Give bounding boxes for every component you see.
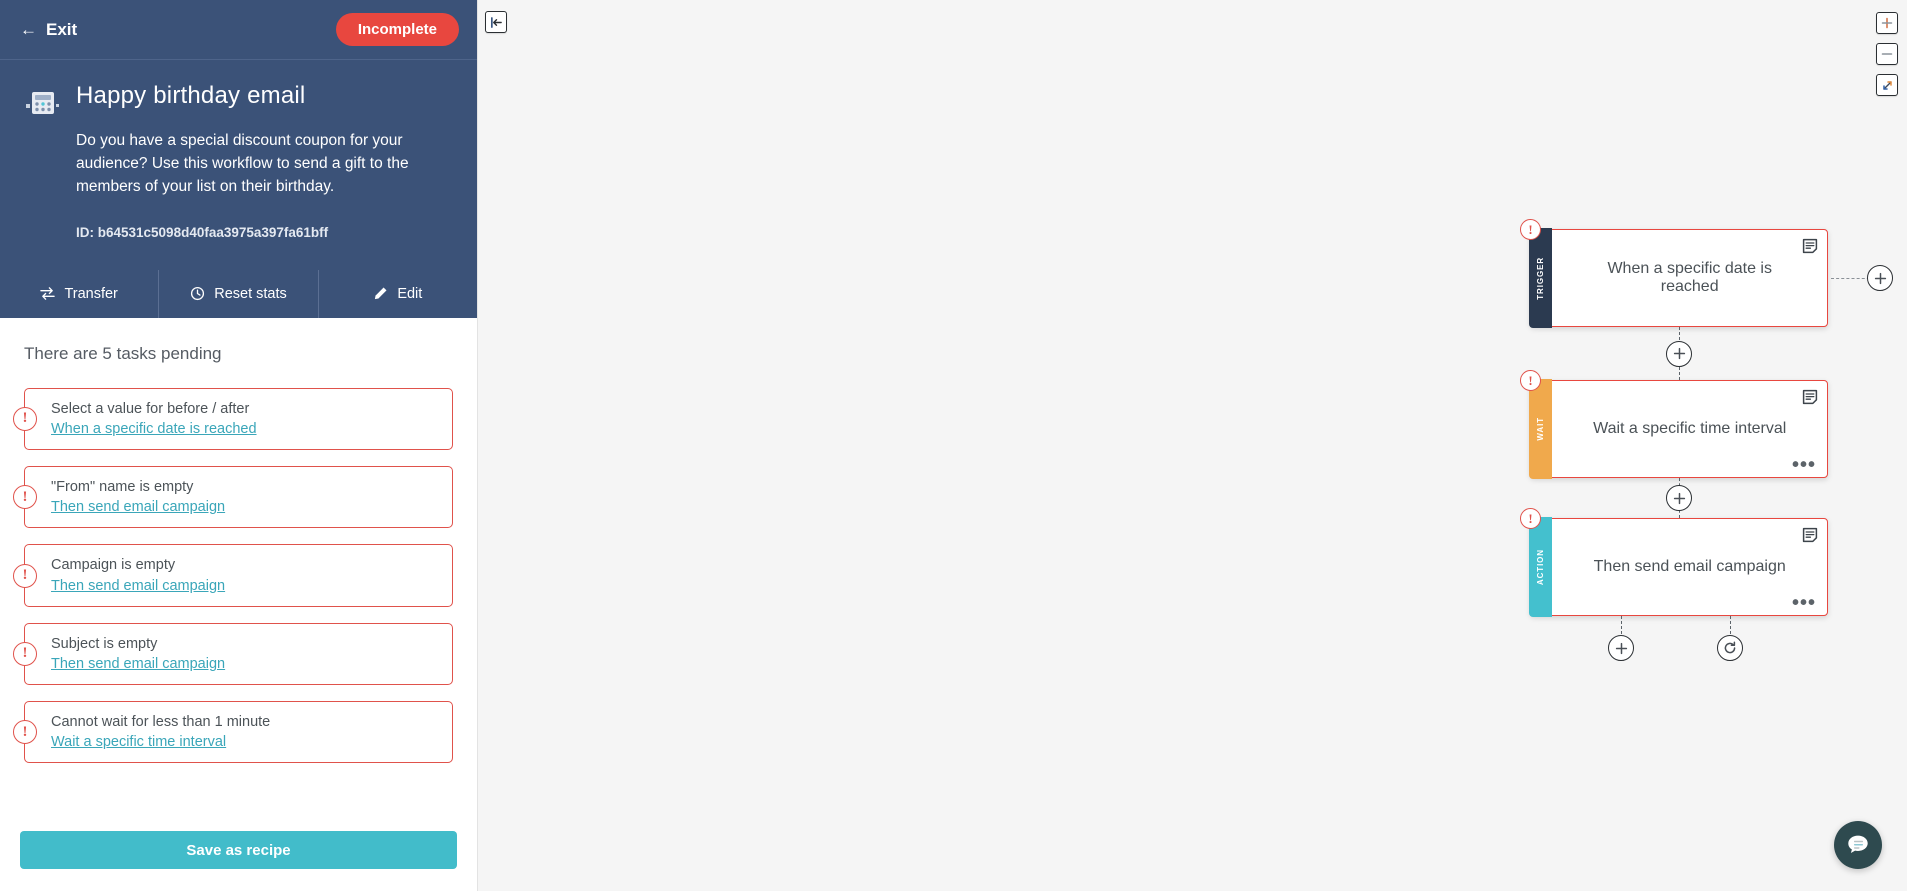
chat-widget-button[interactable]	[1834, 821, 1882, 869]
node-menu-button[interactable]: •••	[1792, 455, 1816, 475]
collapse-sidebar-button[interactable]	[485, 11, 507, 33]
plus-icon	[1874, 272, 1886, 284]
workflow-node[interactable]: ! WAIT Wait a specific time interval •••	[1520, 370, 1828, 479]
transfer-icon	[40, 287, 56, 301]
task-message: Select a value for before / after	[51, 400, 250, 417]
workflow-canvas[interactable]: ! TRIGGER When a specific date is reached!…	[478, 0, 1907, 891]
sidebar-topbar: ← Exit Incomplete	[0, 0, 477, 60]
task-link[interactable]: Wait a specific time interval	[51, 734, 226, 750]
reset-stats-button[interactable]: Reset stats	[159, 269, 319, 318]
task-item[interactable]: ! "From" name is empty Then send email cam…	[13, 466, 453, 529]
node-type-label: WAIT	[1536, 417, 1546, 441]
sidebar-header: ← Exit Incomplete Happy birthday email D…	[0, 0, 477, 270]
sidebar: ← Exit Incomplete Happy birthday email D…	[0, 0, 478, 891]
clock-reset-icon	[191, 287, 205, 301]
plus-icon	[1673, 492, 1685, 504]
exit-button[interactable]: ← Exit	[14, 16, 83, 44]
save-recipe-footer: Save as recipe	[0, 817, 477, 891]
zoom-controls	[1876, 12, 1898, 96]
task-link[interactable]: Then send email campaign	[51, 656, 225, 672]
task-link[interactable]: Then send email campaign	[51, 578, 225, 594]
task-item[interactable]: ! Campaign is empty Then send email campai…	[13, 544, 453, 607]
reset-stats-label: Reset stats	[214, 285, 287, 302]
zoom-out-button[interactable]	[1876, 43, 1898, 65]
pencil-icon	[375, 287, 387, 300]
node-type-label: TRIGGER	[1536, 256, 1546, 300]
node-body: Wait a specific time interval •••	[1552, 381, 1827, 477]
note-icon	[1802, 389, 1818, 405]
note-icon	[1802, 527, 1818, 543]
tasks-heading: There are 5 tasks pending	[24, 343, 222, 363]
zoom-in-button[interactable]	[1876, 12, 1898, 34]
alert-icon: !	[13, 406, 37, 431]
status-badge[interactable]: Incomplete	[335, 13, 459, 46]
save-as-recipe-button[interactable]: Save as recipe	[20, 831, 457, 869]
collapse-left-icon	[490, 16, 502, 28]
transfer-button[interactable]: Transfer	[0, 269, 160, 318]
task-message: "From" name is empty	[51, 479, 194, 496]
node-note-button[interactable]	[1802, 389, 1818, 410]
alert-icon: !	[13, 485, 37, 510]
plus-icon	[1673, 347, 1685, 360]
expand-diagonal-icon	[1882, 80, 1892, 90]
add-step-button-3[interactable]	[1608, 635, 1634, 661]
arrow-left-icon: ←	[20, 20, 37, 39]
node-note-button[interactable]	[1802, 527, 1818, 548]
task-link[interactable]: Then send email campaign	[51, 499, 225, 515]
node-type-tab: WAIT	[1529, 379, 1553, 479]
workflow-id: ID: b64531c5098d40faa3975a397fa61bff	[76, 224, 329, 240]
node-title: Then send email campaign	[1593, 558, 1786, 575]
task-item[interactable]: ! Select a value for before / after When a…	[13, 387, 453, 451]
add-step-button-1[interactable]	[1666, 340, 1692, 367]
task-message: Cannot wait for less than 1 minute	[51, 714, 271, 730]
plus-icon	[1881, 17, 1893, 29]
transfer-label: Transfer	[64, 285, 118, 302]
fit-to-screen-button[interactable]	[1876, 74, 1898, 96]
edit-button[interactable]: Edit	[319, 270, 477, 318]
node-body: When a specific date is reached	[1552, 230, 1827, 326]
node-type-label: ACTION	[1536, 548, 1546, 586]
task-item[interactable]: ! Subject is empty Then send email campaig…	[13, 622, 453, 685]
node-menu-button[interactable]: •••	[1792, 593, 1816, 613]
alert-icon: !	[13, 641, 37, 666]
task-message: Subject is empty	[51, 635, 158, 652]
workflow-editor-app: ← Exit Incomplete Happy birthday email D…	[0, 0, 1907, 891]
node-alert-icon: !	[1520, 508, 1541, 529]
node-type-tab: ACTION	[1529, 517, 1553, 617]
workflow-node[interactable]: ! ACTION Then send email campaign •••	[1520, 508, 1828, 617]
exit-label: Exit	[46, 19, 78, 39]
node-alert-icon: !	[1520, 219, 1541, 240]
workflow-node[interactable]: ! TRIGGER When a specific date is reached	[1520, 219, 1828, 328]
branch-add-button[interactable]	[1867, 265, 1893, 291]
workflow-info: Happy birthday email Do you have a speci…	[0, 60, 477, 270]
tasks-panel: There are 5 tasks pending ! Select a valu…	[0, 317, 477, 817]
sidebar-action-bar: Transfer Reset stats Edit	[0, 269, 477, 318]
loop-step-button[interactable]	[1717, 635, 1743, 661]
minus-icon	[1881, 53, 1893, 55]
node-type-tab: TRIGGER	[1529, 228, 1553, 328]
task-list: ! Select a value for before / after When a…	[13, 387, 453, 764]
alert-icon: !	[13, 720, 37, 745]
chat-bubble-icon	[1848, 835, 1868, 853]
task-item[interactable]: ! Cannot wait for less than 1 minute Wait …	[13, 701, 453, 764]
node-alert-icon: !	[1520, 370, 1541, 391]
node-body: Then send email campaign •••	[1552, 519, 1827, 615]
task-message: Campaign is empty	[51, 557, 176, 574]
task-link[interactable]: When a specific date is reached	[51, 421, 257, 437]
node-note-button[interactable]	[1802, 238, 1818, 259]
page-title: Happy birthday email	[76, 82, 306, 109]
alert-icon: !	[13, 563, 37, 588]
note-icon	[1802, 238, 1818, 254]
workflow-icon	[26, 92, 59, 114]
workflow-description: Do you have a special discount coupon fo…	[76, 132, 409, 195]
edit-label: Edit	[397, 285, 423, 302]
workflow-title-row: Happy birthday email	[24, 82, 453, 118]
add-step-button-2[interactable]	[1666, 485, 1692, 511]
loop-icon	[1724, 641, 1736, 654]
plus-icon	[1615, 642, 1627, 654]
node-title: Wait a specific time interval	[1593, 420, 1787, 437]
node-title: When a specific date is reached	[1607, 260, 1772, 295]
